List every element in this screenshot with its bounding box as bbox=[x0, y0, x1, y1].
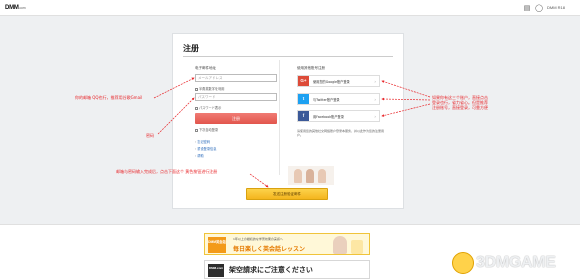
banner-subtext: 1年以上の継続的な学習効果の実感へ bbox=[233, 237, 283, 241]
google-login-button[interactable]: G+ 使用您的Google账户登录 › bbox=[297, 75, 380, 87]
annotation-social: 如果你有这三个账户，直接点击登录也行，省力省心。但是推荐注册账号，直接登录，可靠… bbox=[432, 95, 488, 110]
link-help[interactable]: 帮助 bbox=[195, 153, 203, 158]
annotation-email: 你的邮箱 QQ也行，推荐用谷歌Gmail bbox=[75, 95, 143, 100]
dmm-logo[interactable]: DMM.com bbox=[5, 5, 26, 11]
mascot-icon bbox=[452, 252, 474, 274]
check-auto-login-label: 下次自动登录 bbox=[199, 128, 219, 132]
facebook-login-button[interactable]: f 用Facebook账户登录 › bbox=[297, 110, 380, 122]
register-button[interactable]: 注册 bbox=[195, 113, 277, 124]
link-forgot-password[interactable]: 忘记密码 bbox=[195, 139, 210, 144]
dmm-warning-badge: DMM.com bbox=[208, 264, 224, 277]
teacher-photo bbox=[333, 236, 347, 254]
check-show-password[interactable]: パスワード表示 bbox=[195, 105, 221, 110]
logo-suffix: .com bbox=[18, 6, 26, 10]
person-icon bbox=[318, 169, 326, 183]
google-login-label: 使用您的Google账户登录 bbox=[313, 80, 350, 84]
chevron-right-icon: › bbox=[374, 78, 376, 84]
fraud-warning-banner[interactable]: DMM.com 架空請求にご注意ください bbox=[204, 260, 370, 279]
annotation-confirm: 邮箱与密码输入完成后，点击下面这个 黄色按钮进行注册 bbox=[116, 169, 218, 174]
send-verification-button[interactable]: 发送注册验证邮件 bbox=[246, 188, 328, 200]
email-section-label: 电子邮件地址 bbox=[195, 66, 216, 70]
cart-icon[interactable]: ◯ bbox=[535, 4, 543, 12]
check-show-password-label: パスワード表示 bbox=[199, 106, 222, 110]
facebook-icon: f bbox=[298, 111, 309, 121]
link-reset-login[interactable]: 重设登录信息 bbox=[195, 146, 216, 151]
social-login-note: 请使用您的其他社交网络账户登录本服务，并以此作为您的注册用户。 bbox=[297, 129, 385, 137]
chevron-right-icon: › bbox=[374, 96, 376, 102]
person-icon bbox=[294, 169, 302, 183]
password-input[interactable]: パスワード bbox=[195, 93, 277, 101]
twitter-login-button[interactable]: t 与Twitter账户登录 › bbox=[297, 93, 380, 105]
chevron-right-icon: › bbox=[374, 113, 376, 119]
logo-text: DMM bbox=[5, 5, 19, 11]
person-icon bbox=[306, 169, 314, 183]
checkbox-icon bbox=[195, 87, 198, 91]
checkbox-icon bbox=[195, 128, 198, 132]
annotation-password: 密码 bbox=[146, 133, 154, 138]
google-plus-icon: G+ bbox=[298, 76, 309, 86]
title-divider bbox=[183, 56, 393, 57]
twitter-icon: t bbox=[298, 94, 309, 104]
fraud-warning-text: 架空請求にご注意ください bbox=[229, 266, 313, 274]
page-title: 注册 bbox=[183, 44, 199, 53]
twitter-login-label: 与Twitter账户登录 bbox=[313, 98, 340, 102]
book-icon[interactable]: ▤ bbox=[523, 4, 531, 12]
check-auto-login[interactable]: 下次自动登录 bbox=[195, 127, 218, 132]
social-section-label: 使用其他账号注册 bbox=[297, 66, 325, 70]
english-lesson-banner[interactable]: DMM英会話 1年以上の継続的な学習効果の実感へ 毎日楽しく英会話レッスン bbox=[204, 233, 370, 255]
email-input[interactable]: メールアドレス bbox=[195, 74, 277, 82]
student-photo bbox=[351, 240, 363, 254]
check-halfwidth[interactable]: 半角英数字を利用 bbox=[195, 86, 225, 91]
check-halfwidth-label: 半角英数字を利用 bbox=[199, 87, 225, 91]
site-switch-link[interactable]: DMM R18 bbox=[547, 5, 565, 10]
watermark-text: 3DMGAME bbox=[476, 254, 556, 271]
banner-headline: 毎日楽しく英会話レッスン bbox=[233, 246, 306, 253]
top-bar: DMM.com ▤ ◯ DMM R18 bbox=[0, 0, 580, 16]
checkbox-icon bbox=[195, 106, 198, 110]
site-watermark: 3DMGAME bbox=[452, 252, 576, 276]
people-illustration bbox=[288, 166, 334, 185]
dmm-eikaiwa-badge: DMM英会話 bbox=[208, 237, 226, 253]
facebook-login-label: 用Facebook账户登录 bbox=[313, 115, 344, 119]
